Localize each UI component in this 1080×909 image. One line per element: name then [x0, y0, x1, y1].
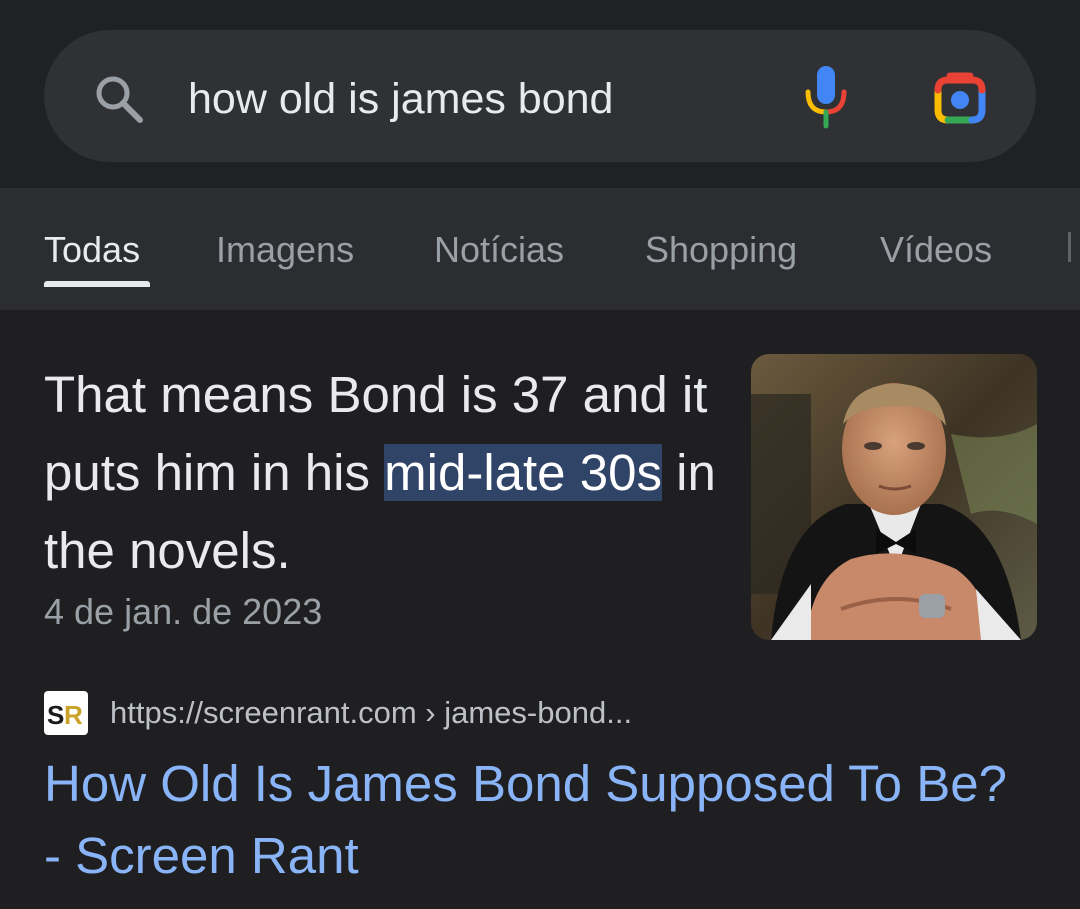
search-icon[interactable] — [92, 72, 146, 126]
search-input[interactable]: how old is james bond — [188, 72, 613, 126]
tab-videos[interactable]: Vídeos — [880, 228, 992, 272]
tab-shopping[interactable]: Shopping — [645, 228, 797, 272]
active-tab-indicator — [44, 281, 150, 287]
snippet-highlight: mid-late 30s — [384, 444, 662, 501]
result-title-link[interactable]: How Old Is James Bond Supposed To Be? - … — [44, 748, 1034, 892]
result-url[interactable]: https://screenrant.com › james-bond... — [110, 692, 632, 734]
svg-text:S: S — [47, 700, 64, 730]
snippet-thumbnail-image[interactable] — [751, 354, 1037, 640]
tab-imagens[interactable]: Imagens — [216, 228, 354, 272]
google-lens-icon[interactable] — [928, 66, 992, 130]
screenrant-favicon[interactable]: S R — [44, 691, 88, 735]
mic-icon[interactable] — [800, 62, 852, 132]
tab-todas[interactable]: Todas — [44, 228, 140, 272]
tab-noticias[interactable]: Notícias — [434, 228, 564, 272]
screenrant-logo-icon: S R — [47, 700, 83, 730]
tab-overflow-sliver — [1068, 232, 1071, 262]
svg-text:R: R — [64, 700, 83, 730]
snippet-date: 4 de jan. de 2023 — [44, 591, 323, 632]
tabs-overflow-fade — [1020, 188, 1080, 298]
featured-snippet-text: That means Bond is 37 and it puts him in… — [44, 356, 724, 590]
